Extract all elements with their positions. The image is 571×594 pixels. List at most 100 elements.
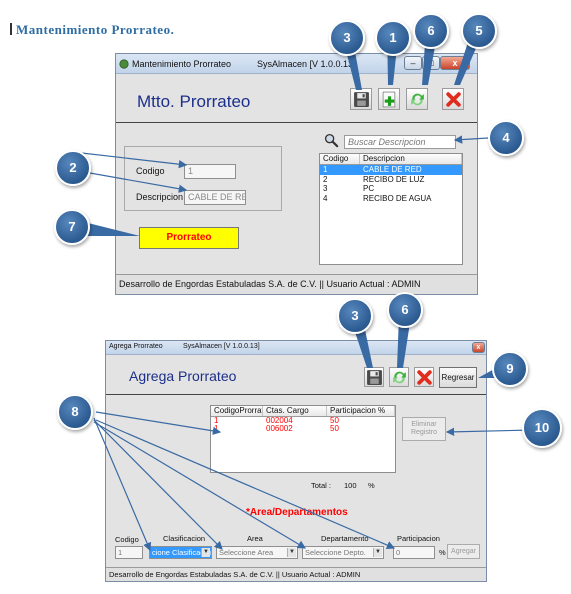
descripcion-field[interactable]: CABLE DE RED <box>184 190 246 205</box>
page-title: Agrega Prorrateo <box>129 368 237 384</box>
grid-cell-cuenta: 006002 <box>266 425 293 433</box>
refresh-button[interactable] <box>389 367 409 387</box>
grid-header-participacion[interactable]: Participacion % <box>327 406 395 416</box>
participacion-unit: % <box>439 548 446 557</box>
clasificacion-label: Clasificacion <box>163 534 206 543</box>
grid-header-codigo[interactable]: CodigoProrrateo <box>211 406 263 416</box>
save-button[interactable] <box>350 88 372 110</box>
codigo-field[interactable]: 1 <box>115 546 143 559</box>
list-item-descripcion: RECIBO DE AGUA <box>363 193 432 203</box>
grid-cell-codigo: 1 <box>214 417 219 425</box>
list-item-codigo: 3 <box>323 184 328 193</box>
add-button[interactable] <box>378 88 400 110</box>
heading-marker <box>10 23 12 35</box>
list-item-descripcion: PC <box>363 184 375 193</box>
minimize-button[interactable]: – <box>404 56 422 70</box>
agregar-button[interactable]: Agregar <box>447 544 480 559</box>
list-header-descripcion[interactable]: Descripcion <box>360 154 462 164</box>
list-item-descripcion: RECIBO DE LUZ <box>363 174 425 184</box>
list-item[interactable]: 4 RECIBO DE AGUA <box>320 194 462 204</box>
callout-add: 1 <box>375 20 411 56</box>
refresh-icon <box>410 93 424 105</box>
codigo-field[interactable]: 1 <box>184 164 236 179</box>
list-item-codigo: 1 <box>320 165 360 175</box>
list-item[interactable]: 1 CABLE DE RED <box>320 165 462 175</box>
prorrateo-button[interactable]: Prorrateo <box>139 227 239 249</box>
status-bar: Desarrollo de Engordas Estabuladas S.A. … <box>106 567 486 581</box>
total-label: Total : <box>311 481 332 490</box>
status-bar: Desarrollo de Engordas Estabuladas S.A. … <box>116 274 477 294</box>
prorrateo-list: Codigo Descripcion 1 CABLE DE RED 2 RECI… <box>319 153 463 265</box>
departamento-dropdown[interactable]: Seleccione Depto. ▼ <box>302 546 384 559</box>
list-item-codigo: 4 <box>323 193 328 203</box>
grid-cell-codigo: 1 <box>214 425 219 433</box>
delete-button[interactable] <box>442 88 464 110</box>
add-icon <box>382 91 395 107</box>
search-icon <box>324 133 339 148</box>
refresh-button[interactable] <box>406 88 428 110</box>
list-item-descripcion: CABLE DE RED <box>360 165 462 175</box>
document-heading-text: Mantenimiento Prorrateo. <box>16 22 175 37</box>
callout-refresh-2: 6 <box>387 292 423 328</box>
list-item[interactable]: 2 RECIBO DE LUZ <box>320 175 462 185</box>
window-titlebar: Agrega Prorrateo SysAlmacen [V 1.0.0.13]… <box>106 341 486 355</box>
list-item[interactable]: 3 PC <box>320 184 462 194</box>
departamento-label: Departamento <box>321 534 369 543</box>
total-value: 100 <box>344 481 357 490</box>
callout-regresar: 9 <box>492 351 528 387</box>
search-button[interactable] <box>324 133 339 148</box>
grid-cell-participacion: 50 <box>330 425 339 433</box>
table-row[interactable]: 1 002004 50 <box>211 417 395 425</box>
callout-save: 3 <box>329 20 365 56</box>
participacion-field[interactable]: 0 <box>393 546 435 559</box>
delete-button[interactable] <box>414 367 434 387</box>
grid-header-cuentas[interactable]: Ctas. Cargo <box>263 406 327 416</box>
descripcion-label: Descripcion <box>136 192 184 202</box>
save-button[interactable] <box>364 367 384 387</box>
participacion-grid: CodigoProrrateo Ctas. Cargo Participacio… <box>210 405 396 473</box>
search-input[interactable]: Buscar Descripcion <box>344 135 456 149</box>
window-title: Agrega Prorrateo <box>109 343 163 350</box>
chevron-down-icon: ▼ <box>201 548 210 557</box>
area-departamentos-heading: *Area/Departamentos <box>246 507 348 518</box>
list-header-codigo[interactable]: Codigo <box>320 154 360 164</box>
grid-header: CodigoProrrateo Ctas. Cargo Participacio… <box>211 406 395 417</box>
header-divider <box>106 394 486 395</box>
app-version: SysAlmacen [V 1.0.0.13] <box>257 59 356 69</box>
area-label: Area <box>247 534 263 543</box>
app-version: SysAlmacen [V 1.0.0.13] <box>183 343 260 350</box>
callout-search: 4 <box>488 120 524 156</box>
window-titlebar: Mantenimiento Prorrateo SysAlmacen [V 1.… <box>116 54 477 74</box>
callout-delete: 5 <box>461 13 497 49</box>
callout-prorrateo: 7 <box>54 209 90 245</box>
refresh-icon <box>392 371 406 383</box>
maximize-button[interactable]: □ <box>422 56 440 70</box>
participacion-label: Participacion <box>397 534 440 543</box>
page-title: Mtto. Prorrateo <box>137 92 251 111</box>
list-header: Codigo Descripcion <box>320 154 462 165</box>
grid-cell-cuenta: 002004 <box>266 417 293 425</box>
window-title: Mantenimiento Prorrateo <box>132 59 232 69</box>
agrega-prorrateo-window: Agrega Prorrateo SysAlmacen [V 1.0.0.13]… <box>105 340 487 582</box>
app-icon <box>119 59 129 70</box>
callout-inputs: 8 <box>57 394 93 430</box>
eliminar-registro-button[interactable]: Eliminar Registro <box>402 417 446 441</box>
clasificacion-dropdown[interactable]: cione Clasificacion ▼ <box>149 546 212 559</box>
callout-fields: 2 <box>55 150 91 186</box>
header-divider <box>116 122 477 123</box>
codigo-label: Codigo <box>136 166 165 176</box>
total-unit: % <box>368 481 375 490</box>
close-window-button[interactable]: x <box>472 342 485 353</box>
area-dropdown[interactable]: Seleccione Area ▼ <box>216 546 298 559</box>
regresar-button[interactable]: Regresar <box>439 367 477 388</box>
departamento-value: Seleccione Depto. <box>305 548 366 557</box>
delete-icon <box>445 91 461 107</box>
chevron-down-icon: ▼ <box>373 548 382 557</box>
save-icon <box>366 369 382 385</box>
table-row[interactable]: 1 006002 50 <box>211 425 395 433</box>
list-item-codigo: 2 <box>323 174 328 184</box>
close-window-button[interactable]: x <box>440 56 470 70</box>
grid-cell-participacion: 50 <box>330 417 339 425</box>
callout-refresh: 6 <box>413 13 449 49</box>
mantenimiento-prorrateo-window: Mantenimiento Prorrateo SysAlmacen [V 1.… <box>115 53 478 295</box>
